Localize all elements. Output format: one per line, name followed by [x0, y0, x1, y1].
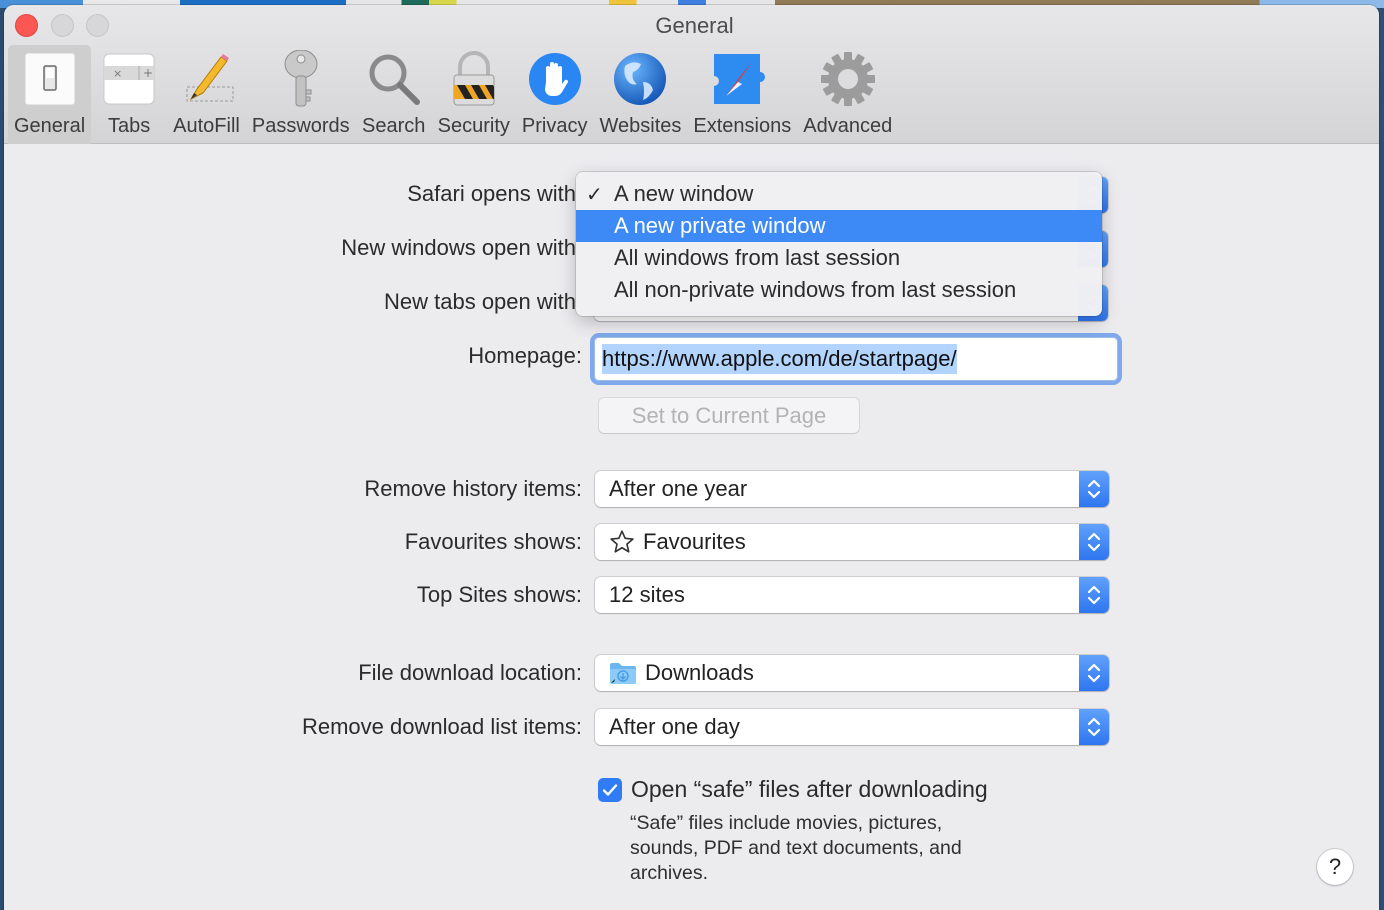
tab-label: AutoFill	[173, 115, 240, 137]
homepage-label: Homepage:	[468, 343, 582, 368]
safari-opens-with-label: Safari opens with	[407, 181, 576, 206]
remove-history-popup[interactable]: After one year	[595, 471, 1109, 507]
tab-label: Privacy	[521, 115, 588, 137]
tabs-icon: × +	[97, 47, 161, 111]
globe-icon	[608, 47, 672, 111]
tab-general[interactable]: General	[8, 45, 92, 144]
tab-label: Tabs	[108, 115, 151, 137]
safari-preferences-window: General General × + Tabs AutoFill Passwo…	[4, 5, 1379, 910]
tab-security[interactable]: Security	[432, 45, 516, 144]
downloads-folder-icon	[609, 661, 637, 685]
menu-item-all-windows-last-session[interactable]: All windows from last session	[576, 242, 1102, 274]
tab-autofill[interactable]: AutoFill	[167, 45, 246, 144]
general-switch-icon	[18, 47, 82, 111]
favourites-shows-value: Favourites	[643, 529, 746, 554]
download-location-value: Downloads	[645, 660, 754, 685]
download-location-label: File download location:	[358, 660, 582, 685]
checkmark-icon: ✓	[586, 183, 603, 206]
open-safe-files-row: Open “safe” files after downloading	[598, 776, 988, 803]
menu-item-new-window[interactable]: ✓ A new window	[576, 178, 1102, 210]
tab-tabs[interactable]: × + Tabs	[91, 45, 167, 144]
homepage-value[interactable]: https://www.apple.com/de/startpage/	[602, 344, 957, 374]
tab-label: Advanced	[803, 115, 893, 137]
stepper-icon	[1079, 577, 1109, 613]
pencil-icon	[175, 47, 239, 111]
tab-extensions[interactable]: Extensions	[687, 45, 797, 144]
stepper-icon	[1079, 471, 1109, 507]
general-settings-pane: Safari opens with New windows open with …	[4, 145, 1379, 910]
puzzle-compass-icon	[710, 47, 774, 111]
tab-label: Search	[361, 115, 426, 137]
menu-item-label: A new private window	[614, 213, 826, 238]
menu-item-label: All non-private windows from last sessio…	[614, 277, 1017, 302]
menu-item-non-private-windows-last-session[interactable]: All non-private windows from last sessio…	[576, 274, 1102, 306]
svg-text:×: ×	[113, 67, 122, 80]
menu-item-label: All windows from last session	[614, 245, 901, 270]
favourites-shows-label: Favourites shows:	[404, 529, 582, 554]
preferences-toolbar: General × + Tabs AutoFill Passwords Sear…	[8, 45, 898, 144]
tab-label: General	[14, 115, 86, 137]
download-location-popup[interactable]: Downloads	[595, 655, 1109, 691]
key-icon	[269, 47, 333, 111]
safari-opens-with-menu: ✓ A new window A new private window All …	[576, 172, 1102, 316]
top-sites-shows-value: 12 sites	[609, 582, 685, 607]
tab-label: Websites	[599, 115, 682, 137]
new-tabs-open-with-label: New tabs open with	[384, 289, 576, 314]
open-safe-files-label[interactable]: Open “safe” files after downloading	[631, 776, 988, 803]
padlock-icon	[442, 47, 506, 111]
checkmark-icon	[602, 783, 618, 796]
hand-icon	[523, 47, 587, 111]
new-windows-open-with-label: New windows open with	[341, 235, 576, 260]
stepper-icon	[1079, 709, 1109, 745]
tab-label: Security	[437, 115, 510, 137]
favourites-shows-popup[interactable]: Favourites	[595, 524, 1109, 560]
menu-item-label: A new window	[614, 181, 754, 206]
remove-history-value: After one year	[609, 476, 748, 501]
window-title: General	[655, 13, 734, 38]
menu-item-new-private-window[interactable]: A new private window	[576, 210, 1102, 242]
titlebar: General General × + Tabs AutoFill Passwo…	[4, 5, 1379, 144]
set-to-current-page-button[interactable]: Set to Current Page	[599, 398, 859, 433]
tab-websites[interactable]: Websites	[594, 45, 688, 144]
tab-label: Extensions	[693, 115, 792, 137]
top-sites-shows-label: Top Sites shows:	[416, 582, 582, 607]
open-safe-files-checkbox[interactable]	[598, 777, 622, 802]
tab-privacy[interactable]: Privacy	[516, 45, 594, 144]
stepper-icon	[1079, 655, 1109, 691]
remove-download-items-label: Remove download list items:	[301, 714, 582, 739]
safe-files-description: “Safe” files include movies, pictures, s…	[630, 812, 962, 884]
homepage-field[interactable]: https://www.apple.com/de/startpage/	[594, 337, 1118, 381]
remove-download-items-value: After one day	[609, 714, 740, 739]
tab-label: Passwords	[251, 115, 350, 137]
help-button[interactable]: ?	[1317, 849, 1353, 885]
gear-icon	[816, 47, 880, 111]
top-sites-shows-popup[interactable]: 12 sites	[595, 577, 1109, 613]
tab-passwords[interactable]: Passwords	[246, 45, 356, 144]
remove-history-label: Remove history items:	[364, 476, 582, 501]
tab-search[interactable]: Search	[356, 45, 432, 144]
tab-advanced[interactable]: Advanced	[797, 45, 898, 144]
svg-text:+: +	[143, 66, 153, 80]
star-icon	[609, 529, 635, 555]
magnifier-icon	[362, 47, 426, 111]
stepper-icon	[1079, 524, 1109, 560]
remove-download-items-popup[interactable]: After one day	[595, 709, 1109, 745]
